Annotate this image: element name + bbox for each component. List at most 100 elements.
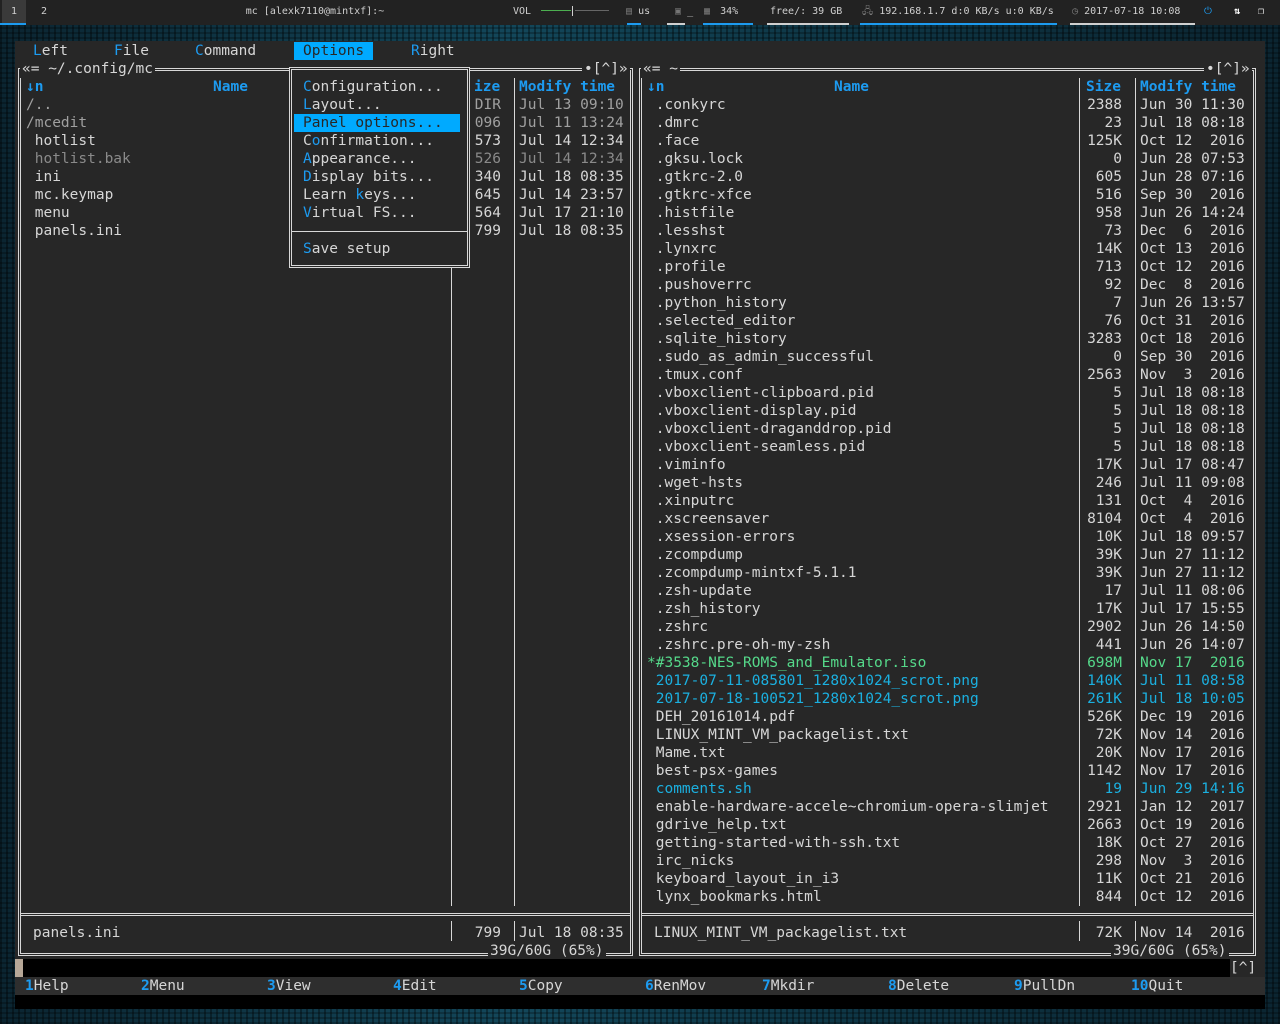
file-name: best-psx-games (647, 763, 778, 779)
file-name: .vboxclient-clipboard.pid (647, 385, 874, 401)
menu-item-panel-options[interactable]: Panel options... (294, 114, 460, 132)
window-stack-icon[interactable]: ❐ (1258, 0, 1264, 24)
right-status-date: Nov 14 2016 (1140, 925, 1245, 941)
right-panel-path[interactable]: «= ~ (641, 60, 680, 78)
fkey-number: 7 (762, 978, 771, 994)
menu-file[interactable]: File (114, 42, 149, 60)
workspace-1-button[interactable]: 1 (2, 0, 26, 25)
file-name: .vboxclient-seamless.pid (647, 439, 866, 455)
menu-separator (292, 231, 467, 232)
file-date: Jul 14 12:34 (519, 133, 624, 149)
file-name: .histfile (647, 205, 735, 221)
menu-item-confirmation[interactable]: Confirmation... (294, 132, 460, 150)
menu-item-hotkey: k (355, 187, 365, 203)
file-name: mc.keymap (26, 187, 114, 203)
file-date: Nov 17 2016 (1140, 745, 1245, 761)
file-size: 19 (1104, 781, 1122, 797)
keyboard-layout-block[interactable]: ▤ us (626, 0, 650, 24)
file-size: 11K (1095, 871, 1122, 887)
left-header-size[interactable]: ize (474, 78, 500, 96)
file-date: Jul 14 12:34 (519, 151, 624, 167)
file-size: 799 (474, 223, 501, 239)
right-header-size[interactable]: Size (1086, 78, 1121, 96)
menu-item-virtual-fs[interactable]: Virtual FS... (294, 204, 460, 222)
file-size: 2563 (1087, 367, 1122, 383)
fkey-menu-button[interactable]: 2Menu (141, 977, 185, 995)
volume-slider[interactable] (541, 6, 611, 16)
file-size: 564 (474, 205, 501, 221)
menu-item-save-setup[interactable]: Save setup (294, 240, 460, 258)
network-status: 192.168.1.7 d:0 KB/s u:0 KB/s (879, 6, 1054, 17)
sync-arrows-icon[interactable]: ⇅ (1234, 0, 1240, 24)
fkey-pulldn-button[interactable]: 9PullDn (1014, 977, 1075, 995)
file-size: 39K (1095, 565, 1122, 581)
file-date: Dec 8 2016 (1140, 277, 1245, 293)
fkey-number: 9 (1014, 978, 1023, 994)
file-date: Jul 14 23:57 (519, 187, 624, 203)
right-panel-history-button[interactable]: •[^]» (1204, 60, 1252, 78)
file-name: .tmux.conf (647, 367, 744, 383)
file-size: 5 (1113, 439, 1122, 455)
menu-options[interactable]: Options (294, 42, 374, 60)
workspace-2-button[interactable]: 2 (32, 0, 56, 25)
file-size: 7 (1113, 295, 1122, 311)
file-name: .pushoverrc (647, 277, 752, 293)
menu-item-hotkey: P (303, 115, 312, 131)
right-header-modify[interactable]: Modify time (1140, 78, 1236, 96)
left-panel-status-divider (21, 913, 630, 916)
menu-item-layout[interactable]: Layout... (294, 96, 460, 114)
left-panel-path[interactable]: «= ~/.config/mc (20, 60, 155, 78)
file-size: 131 (1095, 493, 1122, 509)
menu-left[interactable]: Left (33, 42, 68, 60)
fkey-edit-button[interactable]: 4Edit (393, 977, 437, 995)
file-name: /.. (26, 97, 53, 113)
command-line-input[interactable] (15, 959, 1255, 977)
file-size: 298 (1095, 853, 1122, 869)
left-panel-history-button[interactable]: •[^]» (582, 60, 630, 78)
file-name: panels.ini (26, 223, 123, 239)
fkey-view-button[interactable]: 3View (267, 977, 311, 995)
network-block: 🖧 192.168.1.7 d:0 KB/s u:0 KB/s (862, 0, 1054, 24)
menu-right[interactable]: Right (411, 42, 455, 60)
left-header-modify[interactable]: Modify time (519, 78, 615, 96)
file-size: 8104 (1087, 511, 1122, 527)
file-date: Oct 31 2016 (1140, 313, 1245, 329)
menu-item-learn-keys[interactable]: Learn keys... (294, 186, 460, 204)
menu-command[interactable]: Command (195, 42, 256, 60)
file-size: 605 (1095, 169, 1122, 185)
fkey-quit-button[interactable]: 10Quit (1131, 977, 1183, 995)
right-status-divider (1135, 921, 1136, 941)
command-history-button[interactable]: [^] (1230, 959, 1257, 977)
left-sort-indicator[interactable]: ↓n (26, 78, 43, 96)
power-icon[interactable]: ⏻ (1204, 0, 1212, 24)
file-date: Sep 30 2016 (1140, 349, 1245, 365)
file-name: lynx_bookmarks.html (647, 889, 822, 905)
fkey-renmov-button[interactable]: 6RenMov (645, 977, 706, 995)
file-date: Jun 30 11:30 (1140, 97, 1245, 113)
volume-block[interactable]: VOL (513, 0, 611, 24)
file-date: Jul 18 08:18 (1140, 115, 1245, 131)
file-size: 573 (474, 133, 501, 149)
left-status-divider (451, 921, 452, 941)
file-name: .python_history (647, 295, 787, 311)
file-size: 3283 (1087, 331, 1122, 347)
file-name: .profile (647, 259, 726, 275)
file-name: Mame.txt (647, 745, 726, 761)
fkey-mkdir-button[interactable]: 7Mkdir (762, 977, 814, 995)
fkey-number: 2 (141, 978, 150, 994)
menu-item-configuration[interactable]: Configuration... (294, 78, 460, 96)
menu-item-display-bits[interactable]: Display bits... (294, 168, 460, 186)
right-header-name[interactable]: Name (834, 78, 869, 96)
fkey-number: 3 (267, 978, 276, 994)
fkey-copy-button[interactable]: 5Copy (519, 977, 563, 995)
menu-item-appearance[interactable]: Appearance... (294, 150, 460, 168)
fkey-help-button[interactable]: 1Help (25, 977, 69, 995)
fkey-delete-button[interactable]: 8Delete (888, 977, 949, 995)
file-size: 2921 (1087, 799, 1122, 815)
left-header-name[interactable]: Name (213, 78, 248, 96)
menu-label: ight (419, 43, 455, 59)
right-sort-indicator[interactable]: ↓n (647, 78, 664, 96)
file-date: Jul 17 08:47 (1140, 457, 1245, 473)
file-size: 92 (1104, 277, 1122, 293)
file-name: .xsession-errors (647, 529, 796, 545)
